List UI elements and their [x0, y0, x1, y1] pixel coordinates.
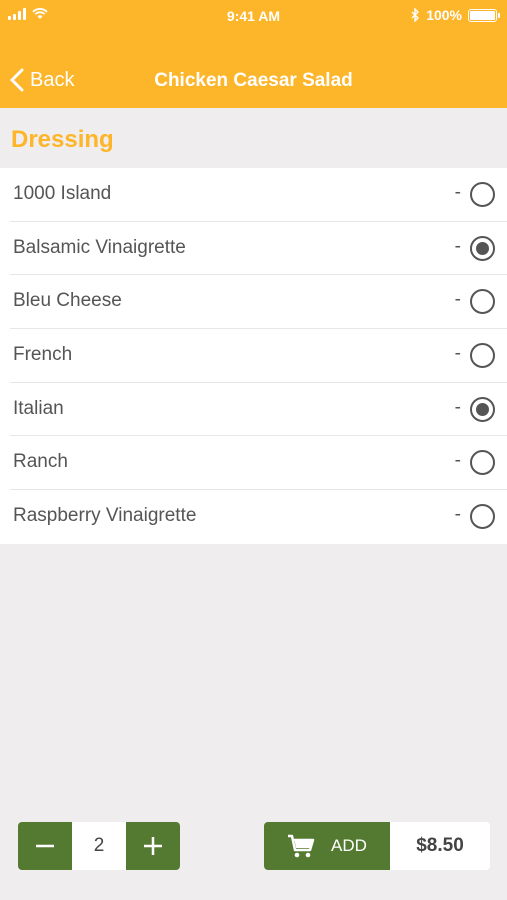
- option-label: Italian: [13, 397, 64, 419]
- total-price: $8.50: [390, 822, 490, 870]
- option-label: Raspberry Vinaigrette: [13, 505, 197, 527]
- bluetooth-icon: [411, 8, 420, 22]
- radio-button[interactable]: [470, 504, 495, 530]
- navigation-bar: Back Chicken Caesar Salad: [0, 56, 507, 108]
- minus-icon: [36, 844, 54, 848]
- quantity-value: 2: [72, 822, 126, 870]
- option-label: French: [13, 344, 73, 366]
- add-to-cart-group: ADD $8.50: [264, 822, 490, 870]
- radio-button[interactable]: [470, 235, 495, 261]
- option-row[interactable]: Balsamic Vinaigrette -: [10, 222, 507, 276]
- option-row[interactable]: Ranch -: [10, 436, 507, 491]
- option-label: 1000 Island: [13, 183, 112, 204]
- option-label: Ranch: [13, 451, 68, 473]
- quantity-stepper: 2: [18, 822, 180, 870]
- cart-icon: [288, 834, 315, 858]
- battery-percent: 100%: [426, 7, 462, 23]
- status-bar: 9:41 AM 100%: [0, 0, 507, 34]
- add-to-cart-button[interactable]: ADD: [264, 822, 390, 870]
- radio-button[interactable]: [470, 182, 495, 207]
- page-title: Chicken Caesar Salad: [154, 70, 353, 91]
- radio-button[interactable]: [470, 450, 495, 476]
- dressing-options-list: 1000 Island - Balsamic Vinaigrette - Ble…: [0, 168, 507, 544]
- option-row[interactable]: Bleu Cheese -: [10, 275, 507, 330]
- option-label: Bleu Cheese: [13, 290, 122, 312]
- option-price: -: [454, 343, 461, 365]
- option-price: -: [454, 289, 461, 311]
- option-label: Balsamic Vinaigrette: [13, 236, 186, 258]
- section-title: Dressing: [11, 126, 114, 153]
- radio-button[interactable]: [470, 289, 495, 315]
- option-price: -: [454, 396, 461, 418]
- radio-button[interactable]: [470, 396, 495, 422]
- option-row[interactable]: French -: [10, 329, 507, 383]
- status-right: 100%: [411, 7, 500, 23]
- option-price: -: [454, 504, 461, 526]
- add-label: ADD: [331, 836, 367, 855]
- option-price: -: [454, 450, 461, 472]
- option-row[interactable]: Italian -: [10, 383, 507, 437]
- increment-button[interactable]: [126, 822, 180, 870]
- decrement-button[interactable]: [18, 822, 72, 870]
- option-price: -: [454, 182, 461, 203]
- header-bar: 9:41 AM 100% Back Chicken Caesar Salad: [0, 0, 507, 108]
- radio-button[interactable]: [470, 343, 495, 369]
- option-row[interactable]: Raspberry Vinaigrette -: [10, 490, 507, 544]
- battery-icon: [468, 8, 500, 22]
- option-price: -: [454, 235, 461, 257]
- plus-icon: [144, 837, 162, 855]
- option-row[interactable]: 1000 Island -: [10, 168, 507, 222]
